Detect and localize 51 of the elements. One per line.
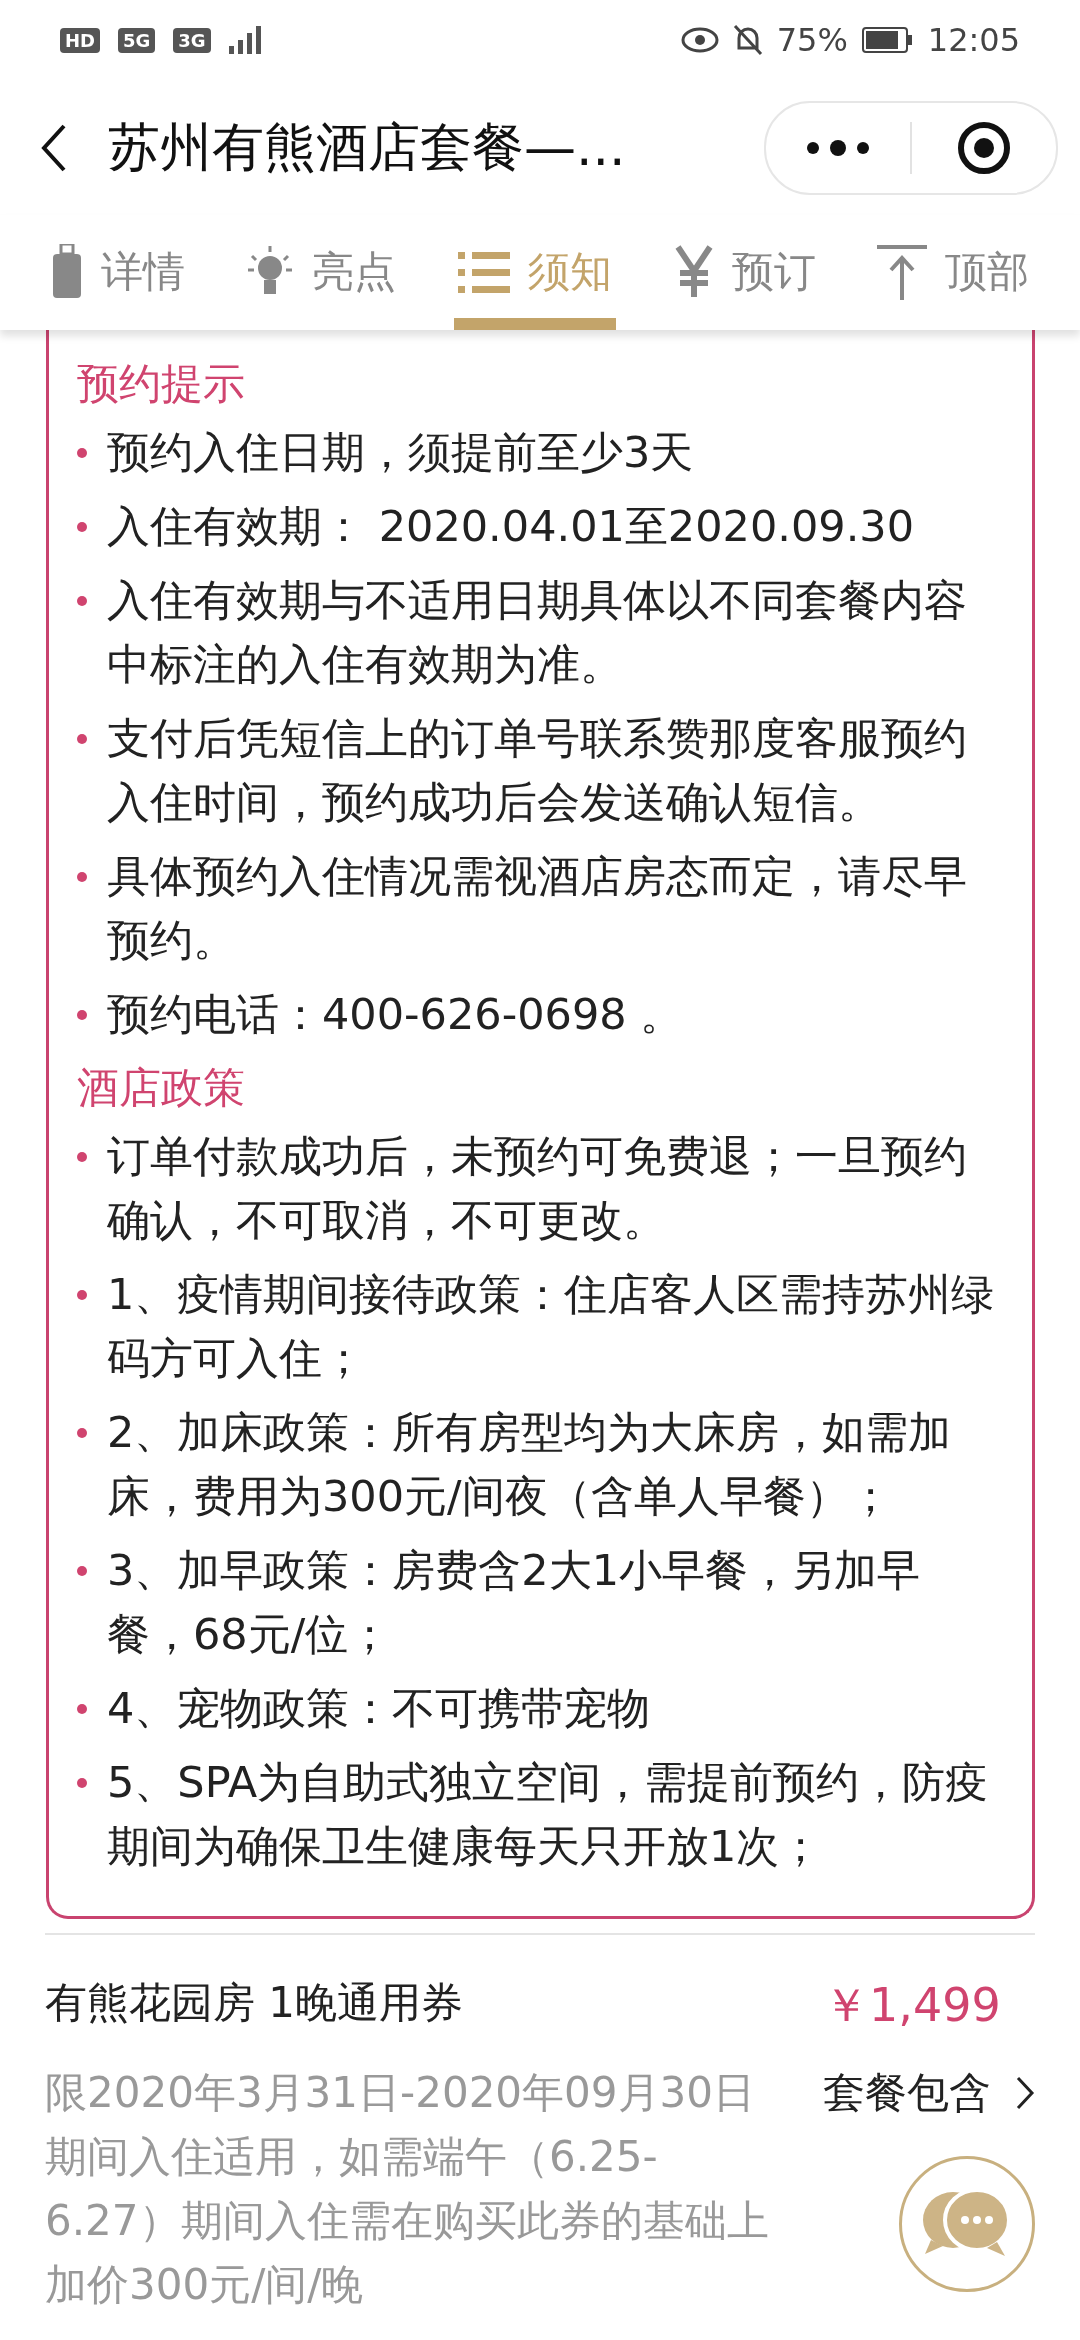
chevron-right-icon xyxy=(1015,2075,1035,2111)
product-name: 有熊花园房 1晚通用券 xyxy=(45,1977,465,2029)
tab[interactable]: 须知 xyxy=(454,215,616,330)
notice-item: 订单付款成功后，未预约可免费退；一旦预约确认，不可取消，不可更改。 xyxy=(107,1130,968,1247)
network-badge: HD xyxy=(60,27,100,53)
yen-icon xyxy=(673,244,714,299)
battery-icon xyxy=(861,27,914,53)
bullet-icon xyxy=(77,1428,87,1438)
muted-bell-icon xyxy=(732,24,763,56)
signal-icon xyxy=(228,26,263,54)
notice-item: 具体预约入住情况需视酒店房态而定，请尽早预约。 xyxy=(107,850,968,967)
arrow-up-icon xyxy=(877,243,928,300)
network-badge: 3G xyxy=(173,27,211,53)
tab[interactable]: 亮点 xyxy=(242,215,401,330)
package-link[interactable]: 套餐包含 xyxy=(823,2065,1035,2121)
notice-item: 预约入住日期，须提前至少3天 xyxy=(107,426,694,479)
bullet-icon xyxy=(77,1566,87,1576)
tab[interactable]: 顶部 xyxy=(873,215,1034,330)
section-title: 预约提示 xyxy=(77,358,246,410)
network-badge: 5G xyxy=(118,27,156,53)
notice-item: 3、加早政策：房费含2大1小早餐，另加早餐，68元/位； xyxy=(107,1544,922,1661)
page-title: 苏州有熊酒店套餐—... xyxy=(108,115,627,179)
tab[interactable]: 详情 xyxy=(46,215,189,330)
notice-item: 支付后凭短信上的订单号联系赞那度客服预约入住时间，预约成功后会发送确认短信。 xyxy=(107,712,968,829)
bullet-icon xyxy=(77,448,87,458)
luggage-icon xyxy=(50,243,83,300)
bullet-icon xyxy=(77,1010,87,1020)
section-title: 酒店政策 xyxy=(77,1062,246,1114)
tab[interactable]: 预订 xyxy=(669,215,820,330)
notice-item: 5、SPA为自助式独立空间，需提前预约，防疫期间为确保卫生健康每天只开放1次； xyxy=(107,1756,990,1873)
notice-item: 1、疫情期间接待政策：住店客人区需持苏州绿码方可入住； xyxy=(107,1268,996,1385)
back-icon[interactable] xyxy=(40,122,68,173)
bullet-icon xyxy=(77,522,87,532)
bullet-icon xyxy=(77,596,87,606)
target-icon xyxy=(956,119,1012,176)
notice-item: 4、宠物政策：不可携带宠物 xyxy=(107,1682,651,1735)
bullet-icon xyxy=(77,1152,87,1162)
bullet-icon xyxy=(77,872,87,882)
notice-item: 2、加床政策：所有房型均为大床房，如需加床，费用为300元/间夜（含单人早餐）； xyxy=(107,1406,953,1523)
product-description: 限2020年3月31日-2020年09月30日期间入住适用，如需端午（6.25-6.27）期间入住需在购买此券的基础上加价300元/间/晚 xyxy=(45,2067,770,2311)
eye-icon xyxy=(680,27,719,53)
notice-item: 入住有效期与不适用日期具体以不同套餐内容中标注的入住有效期为准。 xyxy=(107,574,968,691)
battery-percent: 75% xyxy=(776,21,848,59)
bullet-icon xyxy=(77,1704,87,1714)
clock: 12:05 xyxy=(927,21,1020,59)
price: ￥1,499 xyxy=(823,1977,1002,2034)
bullet-icon xyxy=(77,1290,87,1300)
bullet-icon xyxy=(77,734,87,744)
notice-item: 预约电话：400-626-0698 。 xyxy=(107,988,684,1041)
notice-item: 入住有效期： 2020.04.01至2020.09.30 xyxy=(107,500,915,553)
bullet-icon xyxy=(77,1778,87,1788)
